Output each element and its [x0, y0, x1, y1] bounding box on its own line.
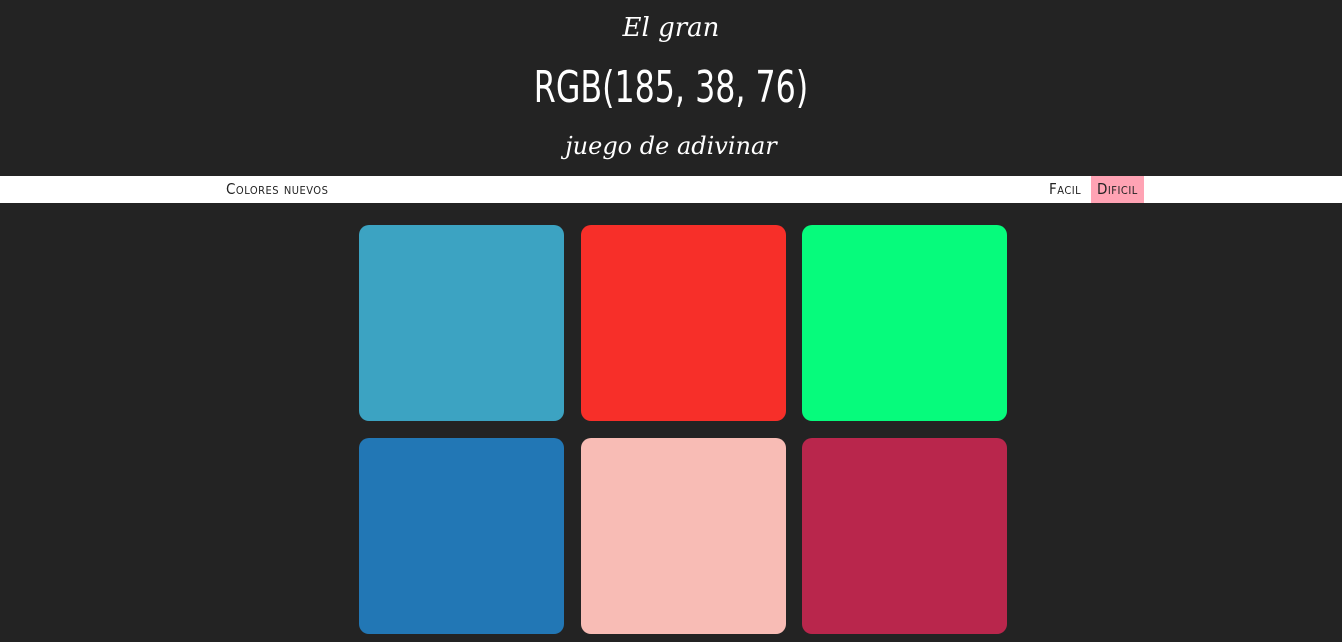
easy-mode-button[interactable]: Facil	[1043, 176, 1087, 203]
color-square[interactable]	[359, 438, 564, 634]
color-square[interactable]	[359, 225, 564, 421]
new-colors-button[interactable]: Colores nuevos	[220, 176, 334, 203]
title-top: El gran	[622, 13, 720, 43]
control-stripe: Colores nuevos Facil Dificil	[0, 176, 1342, 203]
title-bottom: juego de adivinar	[565, 132, 777, 160]
color-square[interactable]	[581, 438, 786, 634]
color-square[interactable]	[581, 225, 786, 421]
color-square[interactable]	[802, 225, 1007, 421]
color-square[interactable]	[802, 438, 1007, 634]
rgb-display: RGB(185, 38, 76)	[533, 62, 809, 113]
hard-mode-button[interactable]: Dificil	[1091, 176, 1144, 203]
header: El gran RGB(185, 38, 76) juego de adivin…	[0, 0, 1342, 176]
